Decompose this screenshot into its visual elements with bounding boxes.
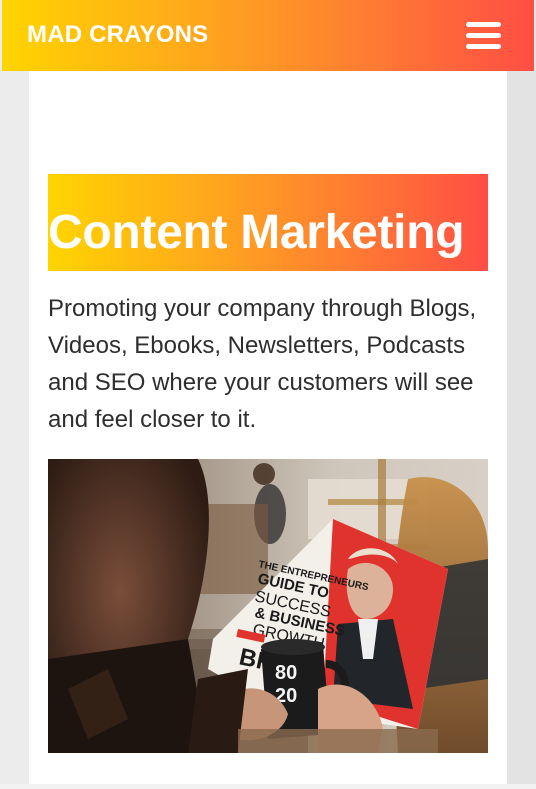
right-margin (507, 0, 536, 789)
menu-bar (466, 22, 501, 27)
hero-title-banner: Content Marketing (48, 174, 488, 271)
mug-text-top: 80 (275, 662, 297, 684)
menu-bar (466, 44, 501, 49)
brand-logo[interactable]: MAD CRAYONS (27, 21, 208, 49)
page-bottom-edge (0, 784, 536, 789)
hamburger-menu-icon[interactable] (466, 20, 501, 50)
content-card: Content Marketing Promoting your company… (29, 71, 507, 784)
page-title: Content Marketing (48, 206, 465, 259)
menu-bar (466, 33, 501, 38)
left-margin (0, 0, 29, 789)
photo-illustration: THE ENTREPRENEURS GUIDE TO SUCCESS & BUS… (48, 459, 488, 753)
hero-photo: THE ENTREPRENEURS GUIDE TO SUCCESS & BUS… (48, 459, 488, 753)
site-header: MAD CRAYONS (2, 0, 534, 71)
hero-description: Promoting your company through Blogs, Vi… (48, 295, 477, 433)
